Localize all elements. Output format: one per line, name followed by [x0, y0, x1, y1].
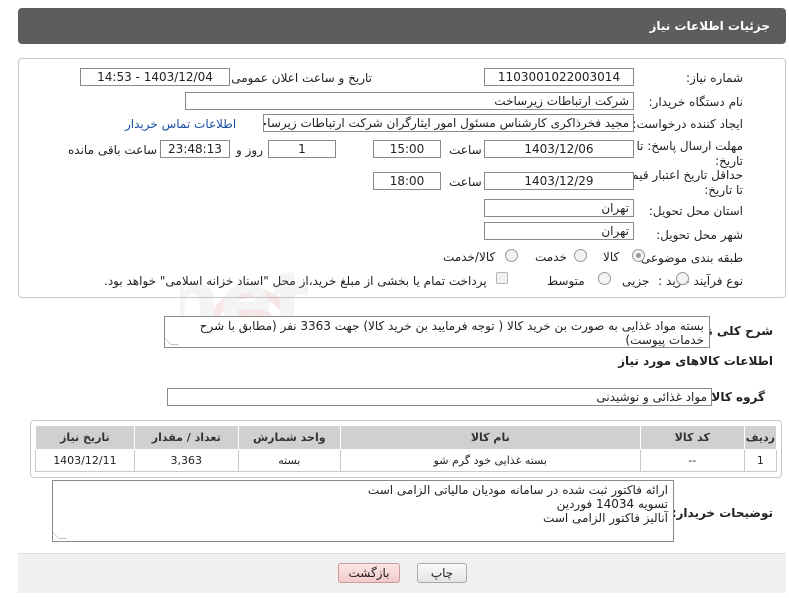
buyer-notes-line: آنالیز فاکتور الزامی است — [543, 511, 668, 525]
col-row: ردیف — [743, 425, 778, 450]
page-title: جزئیات اطلاعات نیاز — [649, 19, 770, 33]
announce-field[interactable]: 1403/12/04 - 14:53 — [80, 68, 230, 86]
price-date-field[interactable]: 1403/12/29 — [484, 172, 634, 190]
action-bar — [18, 553, 786, 593]
reply-time-field[interactable]: 15:00 — [373, 140, 441, 158]
category-radio-goods[interactable] — [632, 249, 645, 262]
resize-grip-icon[interactable] — [53, 531, 67, 539]
category-option-goods: کالا — [603, 250, 620, 264]
payment-note: پرداخت تمام یا بخشی از مبلغ خرید،از محل … — [104, 274, 487, 288]
buyer-org-label: نام دستگاه خریدار: — [648, 95, 744, 109]
goods-group-label: گروه کالا: — [706, 390, 765, 404]
category-label: طبقه بندی موضوعی: — [636, 251, 743, 265]
remaining-time-label: ساعت باقی مانده — [68, 143, 158, 157]
remaining-time-field[interactable]: 23:48:13 — [160, 140, 230, 158]
need-number-field[interactable]: 1103001022003014 — [484, 68, 634, 86]
buyer-notes-line: ارائه فاکتور ثبت شده در سامانه مودیان ما… — [367, 483, 668, 497]
back-button[interactable]: بازگشت — [338, 563, 400, 583]
buyer-contact-link[interactable]: اطلاعات تماس خریدار — [125, 117, 236, 131]
process-radio-minor[interactable] — [676, 272, 689, 285]
reply-date-field[interactable]: 1403/12/06 — [484, 140, 634, 158]
col-unit: واحد شمارش — [237, 425, 341, 450]
process-label: نوع فرآیند خرید : — [658, 274, 743, 288]
description-textarea[interactable]: بسته مواد غذایی به صورت بن خرید کالا ( ت… — [164, 316, 710, 348]
price-time-label: ساعت — [449, 175, 482, 189]
province-field[interactable]: تهران — [484, 199, 634, 217]
goods-table-header: ردیف کد کالا نام کالا واحد شمارش تعداد /… — [35, 425, 778, 450]
buyer-notes-textarea[interactable]: ارائه فاکتور ثبت شده در سامانه مودیان ما… — [52, 480, 674, 542]
col-qty: تعداد / مقدار — [133, 425, 239, 450]
cell-code: -- — [639, 449, 745, 472]
process-option-minor: جزیی — [622, 274, 650, 288]
goods-section-title: اطلاعات کالاهای مورد نیاز — [618, 354, 773, 368]
cell-date: 1403/12/11 — [35, 449, 135, 472]
cell-qty: 3,363 — [133, 449, 239, 472]
buyer-notes-line: تسویه 14034 فوردین — [556, 497, 668, 511]
col-name: نام کالا — [339, 425, 641, 450]
city-field[interactable]: تهران — [484, 222, 634, 240]
col-code: کد کالا — [639, 425, 745, 450]
goods-group-field[interactable]: مواد غذائی و نوشیدنی — [167, 388, 712, 406]
cell-name: بسته غذایی خود گرم شو — [339, 449, 641, 472]
process-option-medium: متوسط — [547, 274, 585, 288]
buyer-org-field[interactable]: شرکت ارتباطات زیرساخت — [185, 92, 634, 110]
requester-label: ایجاد کننده درخواست: — [632, 117, 743, 131]
goods-table: ردیف کد کالا نام کالا واحد شمارش تعداد /… — [35, 425, 778, 472]
category-radio-goods-service[interactable] — [505, 249, 518, 262]
price-time-field[interactable]: 18:00 — [373, 172, 441, 190]
table-row[interactable]: 1 -- بسته غذایی خود گرم شو بسته 3,363 14… — [35, 449, 778, 472]
days-and-label: روز و — [236, 143, 263, 157]
days-field[interactable]: 1 — [268, 140, 336, 158]
category-radio-service[interactable] — [574, 249, 587, 262]
cell-unit: بسته — [237, 449, 341, 472]
goods-table-panel: ردیف کد کالا نام کالا واحد شمارش تعداد /… — [30, 420, 782, 478]
process-radio-medium[interactable] — [598, 272, 611, 285]
city-label: شهر محل تحویل: — [656, 228, 743, 242]
cell-row: 1 — [743, 449, 778, 472]
reply-time-label: ساعت — [449, 143, 482, 157]
category-option-goods-service: کالا/خدمت — [443, 250, 496, 264]
print-button[interactable]: چاپ — [417, 563, 467, 583]
buyer-notes-label: توضیحات خریدار: — [671, 506, 773, 520]
reply-deadline-label: مهلت ارسال پاسخ: تا تاریخ: — [636, 139, 743, 168]
page-title-bar: جزئیات اطلاعات نیاز — [18, 8, 786, 44]
requester-field[interactable]: مجید فخرذاکری کارشناس مسئول امور ایثارگر… — [263, 114, 634, 132]
need-number-label: شماره نیاز: — [686, 71, 743, 85]
description-text: بسته مواد غذایی به صورت بن خرید کالا ( ت… — [199, 319, 704, 347]
col-date: تاریخ نیاز — [35, 425, 135, 450]
announce-label: تاریخ و ساعت اعلان عمومی: — [227, 71, 372, 85]
resize-grip-icon[interactable] — [165, 337, 179, 345]
payment-checkbox[interactable] — [496, 272, 508, 284]
province-label: استان محل تحویل: — [648, 204, 743, 218]
category-option-service: خدمت — [535, 250, 567, 264]
